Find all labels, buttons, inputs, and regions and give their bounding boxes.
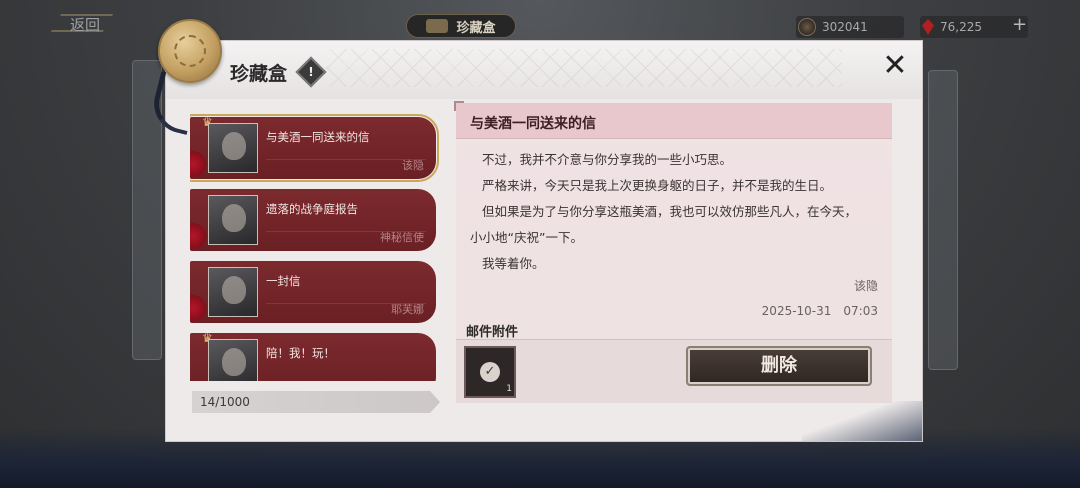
rose-icon <box>190 151 206 177</box>
letter-subject: 与美酒一同送来的信 <box>470 116 596 132</box>
mail-subject: 与美酒一同送来的信 <box>266 130 370 144</box>
blood-gem-icon <box>922 19 934 35</box>
mail-item[interactable]: ♛ 与美酒一同送来的信 该隐 <box>190 114 439 182</box>
seal-emblem <box>174 35 206 67</box>
mail-sender: 该隐 <box>402 159 424 172</box>
currency-coin-value: 302041 <box>822 20 868 34</box>
letter-paragraph: 不过，我并不介意与你分享我的一些小巧思。 <box>482 152 733 167</box>
rose-icon <box>190 223 206 249</box>
info-icon[interactable]: ! <box>295 56 327 88</box>
background-panel <box>928 70 958 370</box>
screen-title-label: 珍藏盒 <box>456 20 496 36</box>
currency-gem-value: 76,225 <box>940 20 982 34</box>
mail-count: 14/1000 <box>192 391 440 413</box>
add-currency-button[interactable]: + <box>1012 14 1027 35</box>
mail-sender: 耶芙娜 <box>391 303 424 316</box>
sender-portrait <box>208 123 258 173</box>
treasure-box-icon <box>426 19 449 33</box>
info-glyph: ! <box>308 65 314 79</box>
close-button[interactable]: ✕ <box>880 51 910 81</box>
mail-list[interactable]: ♛ 与美酒一同送来的信 该隐 遗落的战争庭报告 神秘信使 一封信 耶芙娜 ♛ 陪… <box>190 113 442 381</box>
mail-subject: 陪！我！玩！ <box>266 346 335 360</box>
collection-box-modal: 珍藏盒 ! ✕ ♛ 与美酒一同送来的信 该隐 遗落的战争庭报告 神秘信使 一封信 <box>147 19 923 442</box>
mail-subject: 遗落的战争庭报告 <box>266 202 358 216</box>
letter-paragraph: 严格来讲，今天只是我上次更换身躯的日子，并不是我的生日。 <box>482 178 833 193</box>
ink-decoration <box>802 401 922 441</box>
sender-portrait <box>208 195 258 245</box>
attachment-label: 邮件附件 <box>466 325 519 340</box>
letter-panel: 与美酒一同送来的信 不过，我并不介意与你分享我的一些小巧思。 严格来讲，今天只是… <box>454 101 892 403</box>
letter-header: 与美酒一同送来的信 <box>454 101 892 139</box>
rose-icon <box>190 295 206 321</box>
mail-item[interactable]: 一封信 耶芙娜 <box>190 261 436 323</box>
delete-button[interactable]: 删除 <box>686 346 872 386</box>
letter-paragraph: 小小地“庆祝”一下。 <box>470 230 583 245</box>
sender-portrait <box>208 267 258 317</box>
mail-sender: 神秘信使 <box>380 231 424 244</box>
screen-title: 珍藏盒 <box>406 14 516 38</box>
attachment-quantity: 1 <box>506 384 512 394</box>
letter-date: 2025-10-31 07:03 <box>761 304 878 318</box>
letter-body: 不过，我并不介意与你分享我的一些小巧思。 严格来讲，今天只是我上次更换身躯的日子… <box>470 147 882 277</box>
modal-header: 珍藏盒 ! ✕ <box>166 41 922 99</box>
letter-paragraph: 但如果是为了与你分享这瓶美酒，我也可以效仿那些凡人，在今天， <box>482 204 858 219</box>
letter-paragraph: 我等着你。 <box>482 256 545 271</box>
currency-coin: 302041 <box>796 16 904 38</box>
mail-item[interactable]: ♛ 陪！我！玩！ <box>190 331 436 381</box>
header-pattern <box>326 49 842 87</box>
attachment-item[interactable]: ✓ 1 <box>464 346 516 398</box>
letter-signature: 该隐 <box>853 279 878 293</box>
coin-icon <box>798 18 816 36</box>
sender-portrait <box>208 339 258 381</box>
mail-item[interactable]: 遗落的战争庭报告 神秘信使 <box>190 189 436 251</box>
back-label[interactable]: 返回 <box>70 14 100 35</box>
mail-subject: 一封信 <box>266 274 301 288</box>
claimed-check-icon: ✓ <box>480 362 500 382</box>
attachment-bar: ✓ 1 删除 <box>456 339 892 403</box>
modal-title: 珍藏盒 <box>230 63 288 85</box>
